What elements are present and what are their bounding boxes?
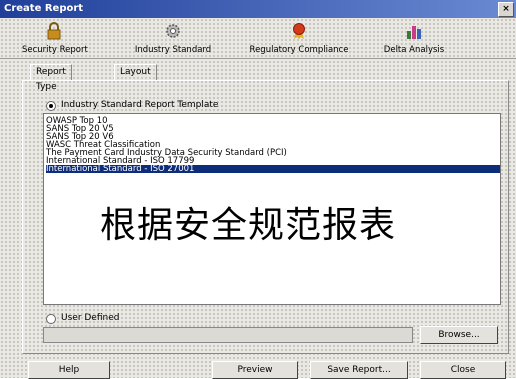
preview-button[interactable]: Preview	[212, 361, 298, 379]
overlay-caption: 根据安全规范报表	[100, 205, 397, 246]
create-report-dialog: Create Report × Security Report Industry…	[0, 0, 516, 379]
industry-standard-tool[interactable]: Industry Standard	[118, 20, 228, 56]
delta-analysis-label: Delta Analysis	[383, 45, 445, 55]
browse-button[interactable]: Browse...	[420, 326, 498, 344]
save-report-button[interactable]: Save Report...	[310, 361, 408, 379]
list-item[interactable]: OWASP Top 10	[46, 117, 500, 126]
list-item-selected[interactable]: International Standard - ISO 27001	[46, 165, 500, 173]
industry-standard-radio[interactable]	[46, 101, 56, 111]
security-report-tool[interactable]: Security Report	[22, 20, 88, 56]
regulatory-compliance-tool[interactable]: Regulatory Compliance	[233, 20, 365, 56]
help-button[interactable]: Help	[28, 361, 110, 379]
award-ribbon-icon	[293, 23, 305, 39]
report-type-toolbar: Security Report Industry Standard Regula…	[0, 18, 516, 59]
user-defined-path-field[interactable]	[43, 327, 413, 343]
list-item[interactable]: SANS Top 20 V5	[46, 125, 500, 134]
delta-analysis-tool[interactable]: Delta Analysis	[370, 20, 458, 56]
tab-report-type[interactable]: Report Type	[30, 64, 72, 92]
industry-standard-label: Industry Standard	[134, 45, 212, 55]
user-defined-radio[interactable]	[46, 314, 56, 324]
gear-icon	[166, 24, 180, 38]
close-window-button[interactable]: ×	[498, 2, 514, 17]
industry-standard-radio-label[interactable]: Industry Standard Report Template	[61, 100, 218, 110]
title-bar[interactable]: Create Report ×	[0, 0, 516, 18]
tab-layout[interactable]: Layout	[114, 64, 157, 80]
regulatory-compliance-label: Regulatory Compliance	[249, 45, 349, 55]
close-button[interactable]: Close	[420, 361, 506, 379]
user-defined-radio-label[interactable]: User Defined	[61, 313, 119, 323]
bar-chart-icon	[407, 26, 421, 39]
window-title: Create Report	[4, 3, 84, 14]
padlock-icon	[47, 22, 61, 40]
security-report-label: Security Report	[22, 45, 88, 55]
